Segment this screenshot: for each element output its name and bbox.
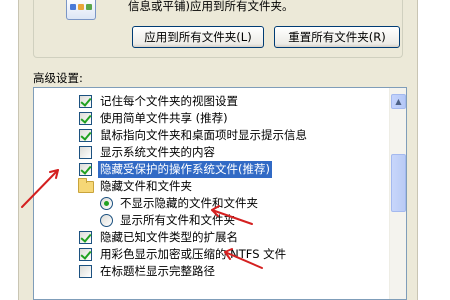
folder-view-icon: [66, 0, 96, 20]
apply-to-all-folders-button[interactable]: 应用到所有文件夹(L): [132, 26, 264, 48]
checkbox[interactable]: [79, 265, 92, 278]
checkbox[interactable]: [79, 146, 92, 159]
checkbox[interactable]: [79, 112, 92, 125]
folder-icon: [78, 178, 94, 193]
list-item-label: 隐藏已知文件类型的扩展名: [100, 230, 238, 244]
list-item-label: 不显示隐藏的文件和文件夹: [120, 196, 258, 210]
radio-button[interactable]: [100, 197, 113, 210]
scroll-thumb[interactable]: [391, 154, 406, 212]
checkbox[interactable]: [79, 163, 92, 176]
checkbox[interactable]: [79, 248, 92, 261]
vertical-scrollbar[interactable]: ▲: [389, 88, 406, 299]
group-label: 隐藏文件和文件夹: [100, 179, 192, 193]
list-item-label: 显示系统文件夹的内容: [100, 145, 215, 159]
advanced-settings-list[interactable]: 记住每个文件夹的视图设置 使用简单文件共享 (推荐) 鼠标指向文件夹和桌面项时显…: [33, 87, 407, 300]
checkbox[interactable]: [79, 129, 92, 142]
list-item-label: 显示所有文件和文件夹: [120, 213, 235, 227]
radio-button[interactable]: [100, 214, 113, 227]
reset-all-folders-button[interactable]: 重置所有文件夹(R): [274, 26, 400, 48]
list-item-label: 用彩色显示加密或压缩的 NTFS 文件: [100, 247, 287, 261]
advanced-settings-label: 高级设置:: [33, 71, 83, 85]
list-item-label: 使用简单文件共享 (推荐): [100, 111, 228, 125]
list-item-label: 隐藏受保护的操作系统文件(推荐): [98, 161, 272, 178]
folder-view-group: 信息或平铺)应用到所有文件夹。 应用到所有文件夹(L) 重置所有文件夹(R): [33, 0, 403, 58]
folder-options-dialog: 信息或平铺)应用到所有文件夹。 应用到所有文件夹(L) 重置所有文件夹(R) 高…: [18, 0, 418, 300]
checkbox[interactable]: [79, 231, 92, 244]
list-item-label: 鼠标指向文件夹和桌面项时显示提示信息: [100, 128, 307, 142]
list-item-label: 在标题栏显示完整路径: [100, 264, 215, 278]
folder-view-description: 信息或平铺)应用到所有文件夹。: [128, 0, 294, 13]
scroll-up-button[interactable]: ▲: [391, 94, 406, 109]
list-item-label: 记住每个文件夹的视图设置: [100, 94, 238, 108]
checkbox[interactable]: [79, 95, 92, 108]
